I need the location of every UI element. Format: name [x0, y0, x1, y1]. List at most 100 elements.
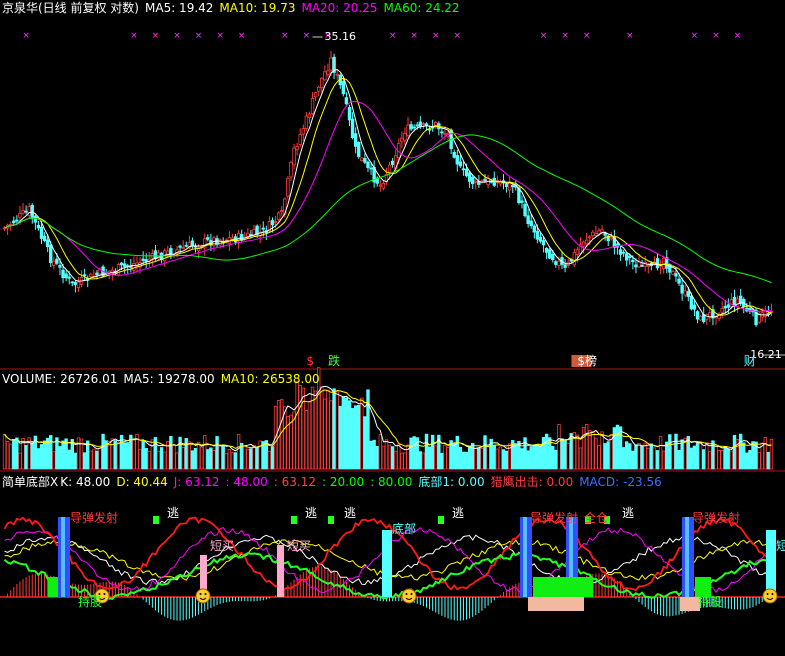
volume-bar — [588, 429, 592, 470]
candle-body — [61, 269, 65, 279]
volume-bar — [412, 436, 416, 470]
volume-bar — [418, 451, 423, 470]
candle-body — [523, 203, 527, 217]
signal-label: 全仓 — [584, 510, 608, 525]
volume-ma10-label: MA10: 26538.00 — [220, 372, 320, 386]
candle-body — [674, 273, 678, 277]
volume-bar — [532, 444, 536, 470]
hold-zone — [48, 577, 58, 597]
volume-bar — [267, 450, 272, 470]
ma5-label: MA5: 19.42 — [145, 1, 214, 15]
bottom-signal-core — [523, 517, 527, 597]
volume-bar — [400, 452, 404, 470]
candle-body — [316, 86, 321, 92]
volume-bar — [344, 397, 349, 470]
volume-bar — [258, 440, 262, 470]
candle-body — [689, 295, 694, 310]
volume-bar — [618, 426, 623, 470]
volume-bar — [637, 442, 641, 470]
volume-bar — [387, 444, 392, 470]
volume-bar — [661, 450, 666, 470]
candle-body — [440, 131, 444, 134]
candle-body — [464, 169, 469, 177]
volume-bar — [218, 444, 222, 470]
candle-body — [572, 252, 577, 266]
volume-bar — [126, 442, 130, 470]
candle-body — [680, 284, 684, 294]
signal-label: 逃 — [452, 506, 464, 520]
volume-bar — [504, 450, 509, 470]
volume-bar — [360, 397, 364, 470]
smiley-eye — [204, 593, 207, 595]
candle-body — [757, 313, 761, 323]
indicator-panel[interactable]: 导弹发射 导弹发射 导弹发射 逃 逃 逃 逃 逃短买 短买 底部持股 持股 全仓短 — [0, 506, 785, 621]
volume-bar — [434, 445, 438, 470]
candle-body — [588, 236, 592, 239]
price-panel[interactable]: × × × × × × × × × × × × × × × × × × × × ×35.1616.21$ 跌 $榜财 — [0, 30, 785, 472]
volume-bar — [310, 386, 315, 470]
top-marker: × — [432, 31, 440, 41]
candle-body — [671, 271, 675, 275]
volume-bar — [193, 447, 198, 470]
volume-bar — [745, 452, 749, 470]
volume-bar — [175, 452, 179, 470]
low-zone — [680, 597, 700, 611]
ma20-label: MA20: 20.25 — [301, 1, 378, 15]
volume-bar — [726, 448, 731, 470]
volume-bar — [209, 447, 213, 470]
volume-bar — [357, 404, 361, 470]
volume-bar — [122, 442, 127, 470]
volume-bar — [42, 440, 47, 470]
volume-bar — [748, 450, 752, 470]
smiley-eye — [405, 593, 408, 595]
volume-bar — [470, 443, 475, 470]
volume-bar — [584, 424, 589, 470]
volume-bar — [575, 434, 580, 470]
candle-body — [661, 257, 666, 269]
candle-body — [692, 304, 697, 310]
stock-chart[interactable]: × × × × × × × × × × × × × × × × × × × × ×35.1616.21$ 跌 $榜财 导弹发… — [0, 0, 785, 656]
volume-bar — [769, 438, 774, 470]
candle-body — [461, 168, 466, 171]
candle-body — [286, 177, 290, 197]
candle-body — [18, 213, 22, 218]
candle-body — [21, 210, 25, 214]
volume-bar — [649, 443, 654, 470]
candle-body — [609, 237, 613, 240]
candle-body — [166, 250, 170, 255]
volume-bar — [172, 444, 176, 470]
volume-bar — [107, 440, 111, 470]
volume-bar — [714, 446, 718, 470]
candle-body — [628, 255, 632, 259]
candle-body — [511, 185, 515, 188]
volume-bar — [443, 444, 447, 470]
candle-body — [276, 212, 281, 220]
top-marker: × — [195, 31, 203, 41]
volume-bar — [551, 445, 555, 470]
volume-bar — [375, 445, 379, 470]
volume-bar — [233, 452, 238, 470]
candle-body — [344, 97, 349, 105]
volume-bar — [446, 446, 450, 470]
volume-bar — [634, 444, 638, 470]
top-marker: × — [238, 31, 246, 41]
volume-bar — [655, 450, 660, 470]
top-marker: × — [216, 31, 224, 41]
bottom-signal-core — [61, 517, 65, 597]
candle-body — [357, 141, 361, 157]
volume-bar — [67, 449, 71, 470]
candle-body — [400, 137, 404, 143]
volume-bar — [705, 442, 709, 470]
volume-bar — [643, 442, 647, 470]
top-marker: × — [691, 31, 699, 41]
price-annotation-label: 35.16 — [325, 30, 357, 43]
stock-label: 京泉华(日线 前复权 对数) — [2, 1, 139, 15]
top-marker: × — [152, 31, 160, 41]
candle-body — [119, 262, 124, 266]
ma10-line — [4, 77, 772, 316]
top-marker: × — [626, 31, 634, 41]
volume-bar — [196, 441, 201, 470]
volume-bar — [203, 435, 207, 470]
candle-body — [600, 229, 604, 233]
candle-body — [15, 219, 19, 222]
